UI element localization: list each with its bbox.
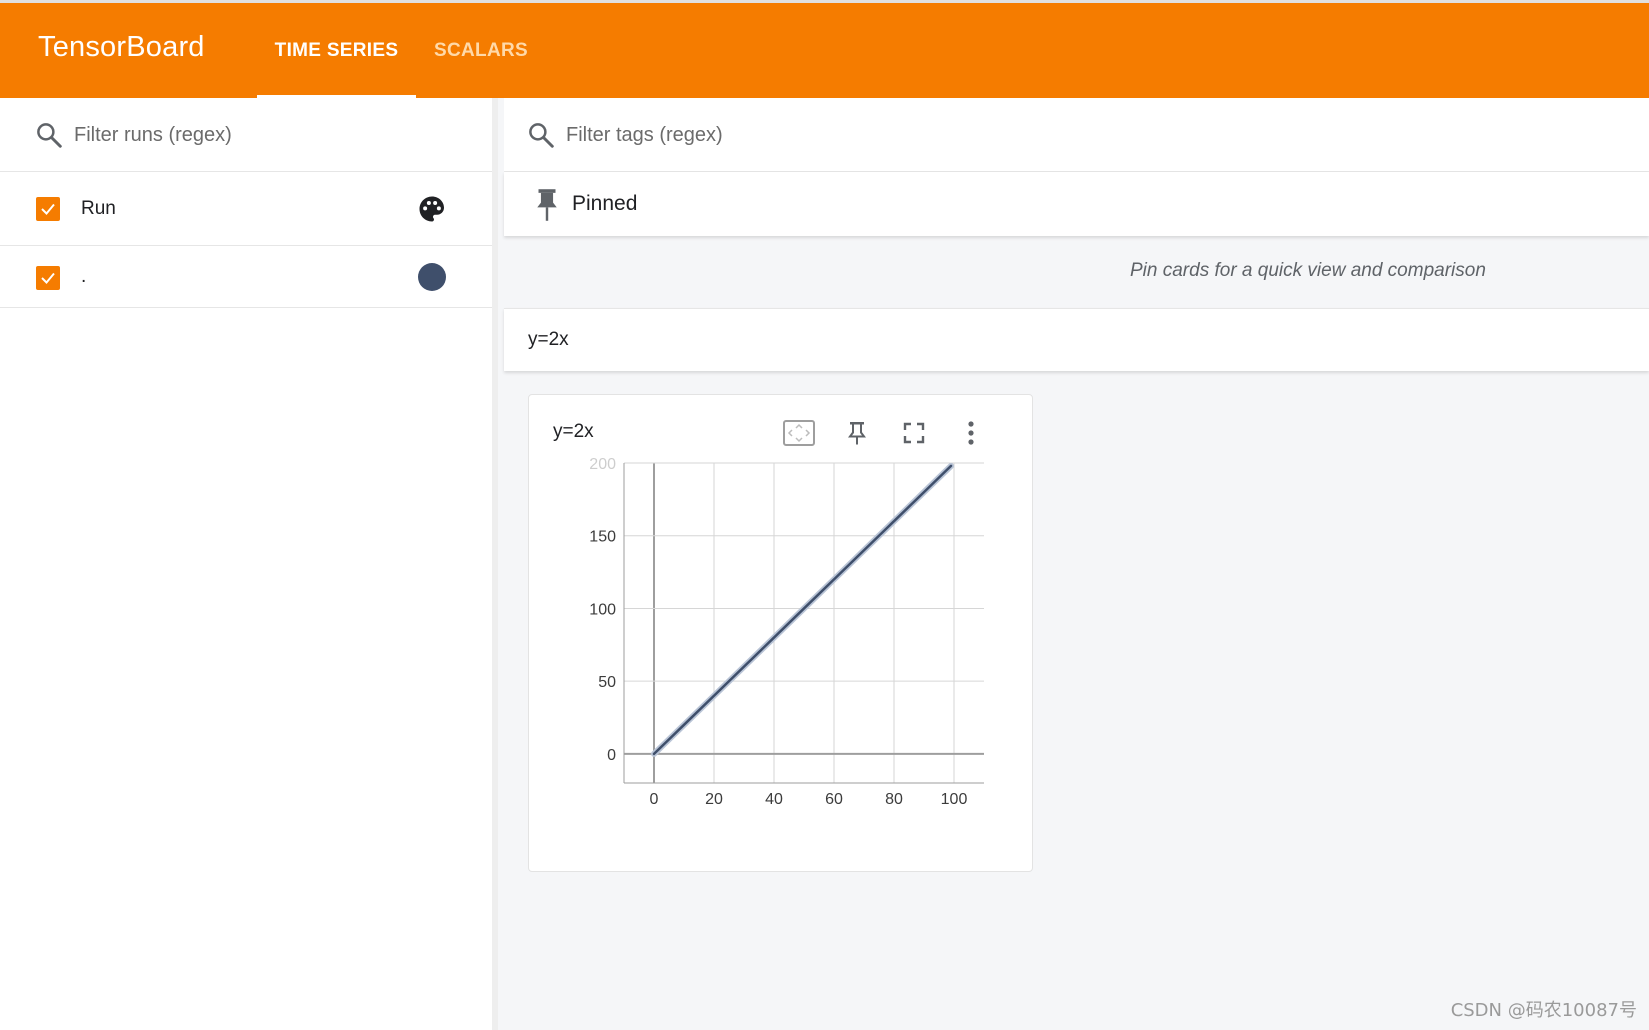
run-row: . [0, 246, 492, 308]
y-tick-label: 200 [589, 456, 616, 473]
tags-filter-row [504, 98, 1649, 172]
search-icon [529, 123, 554, 148]
x-tick-label: 0 [650, 791, 659, 808]
y-tick-label: 150 [589, 529, 616, 546]
palette-icon[interactable] [417, 194, 447, 224]
runs-table-header: Run [0, 172, 492, 246]
series-line [652, 464, 953, 756]
y-tick-label: 100 [589, 601, 616, 618]
check-icon [41, 272, 55, 284]
pinned-section-header: Pinned [504, 172, 1649, 236]
filter-tags-input[interactable] [566, 116, 1166, 154]
pin-icon [537, 189, 557, 221]
scalar-card: y=2x 0 20 40 60 80 100 0 50 100 150 200 [528, 394, 1033, 872]
watermark: CSDN @码农10087号 [1450, 1000, 1637, 1021]
pinned-empty-state: Pin cards for a quick view and compariso… [504, 236, 1649, 308]
top-app-bar: TensorBoard TIME SERIES SCALARS [0, 0, 1649, 98]
run-column-header: Run [81, 198, 116, 219]
x-tick-label: 100 [941, 791, 968, 808]
runs-sidebar: Run . [0, 98, 498, 1030]
search-icon [37, 123, 62, 148]
run-color-swatch[interactable] [418, 263, 446, 291]
main-content: Pinned Pin cards for a quick view and co… [504, 98, 1649, 1030]
tab-scalars[interactable]: SCALARS [426, 3, 536, 98]
x-tick-label: 60 [825, 791, 843, 808]
card-group-title: y=2x [528, 329, 569, 350]
select-all-runs-checkbox[interactable] [36, 197, 60, 221]
card-group-header[interactable]: y=2x [504, 308, 1649, 371]
pinned-empty-message: Pin cards for a quick view and compariso… [1130, 260, 1486, 281]
y-tick-label: 50 [598, 674, 616, 691]
line-chart[interactable]: 0 20 40 60 80 100 0 50 100 150 200 [529, 395, 1034, 873]
y-tick-label: 0 [607, 747, 616, 764]
run-name: . [81, 266, 87, 287]
filter-runs-input[interactable] [74, 116, 474, 154]
x-tick-label: 80 [885, 791, 903, 808]
pinned-title: Pinned [572, 192, 638, 215]
app-title: TensorBoard [38, 31, 205, 63]
run-checkbox[interactable] [36, 266, 60, 290]
runs-filter-row [0, 98, 492, 172]
x-tick-label: 20 [705, 791, 723, 808]
tab-time-series[interactable]: TIME SERIES [257, 3, 416, 98]
x-tick-label: 40 [765, 791, 783, 808]
check-icon [41, 203, 55, 215]
